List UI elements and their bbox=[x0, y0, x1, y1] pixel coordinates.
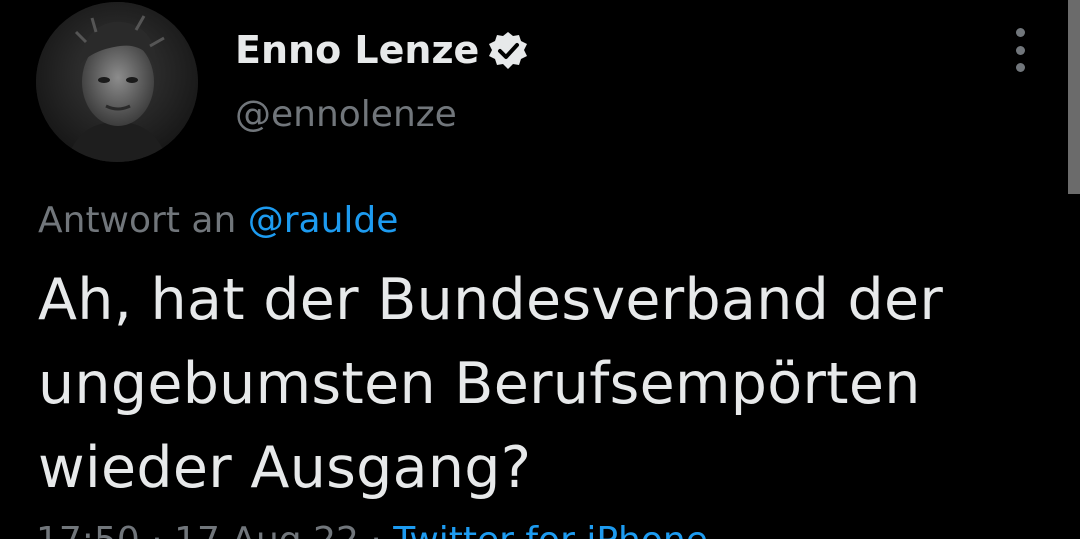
reply-mention-link[interactable]: @raulde bbox=[248, 200, 399, 241]
tweet-text-line: wieder Ausgang? bbox=[38, 435, 532, 501]
more-dot bbox=[1015, 45, 1025, 55]
reply-context: Antwort an @raulde bbox=[38, 198, 398, 244]
more-dot bbox=[1015, 28, 1025, 37]
reply-prefix: Antwort an bbox=[38, 200, 237, 241]
tweet-time[interactable]: 17:50 bbox=[36, 520, 140, 539]
tweet-text-line: Ah, hat der Bundesverband der bbox=[38, 267, 944, 333]
tweet-text-line: ungebumsten Berufsempörten bbox=[38, 351, 921, 417]
author-handle[interactable]: @ennolenze bbox=[235, 92, 457, 138]
meta-separator: · bbox=[370, 520, 381, 539]
verified-badge-icon bbox=[487, 30, 529, 72]
more-vertical-icon[interactable] bbox=[1004, 28, 1036, 72]
more-dot bbox=[1015, 63, 1025, 72]
meta-separator: · bbox=[151, 520, 162, 539]
tweet-source-link[interactable]: Twitter for iPhone bbox=[393, 520, 708, 539]
tweet-text: Ah, hat der Bundesverband der ungebumste… bbox=[38, 258, 1038, 510]
tweet-meta: 17:50 · 17 Aug 22 · Twitter for iPhone bbox=[36, 518, 708, 539]
avatar-photo-icon bbox=[36, 2, 198, 162]
avatar[interactable] bbox=[36, 2, 198, 162]
tweet-date[interactable]: 17 Aug 22 bbox=[174, 520, 359, 539]
scrollbar[interactable] bbox=[1068, 0, 1080, 194]
author-display-name[interactable]: Enno Lenze bbox=[235, 26, 479, 74]
